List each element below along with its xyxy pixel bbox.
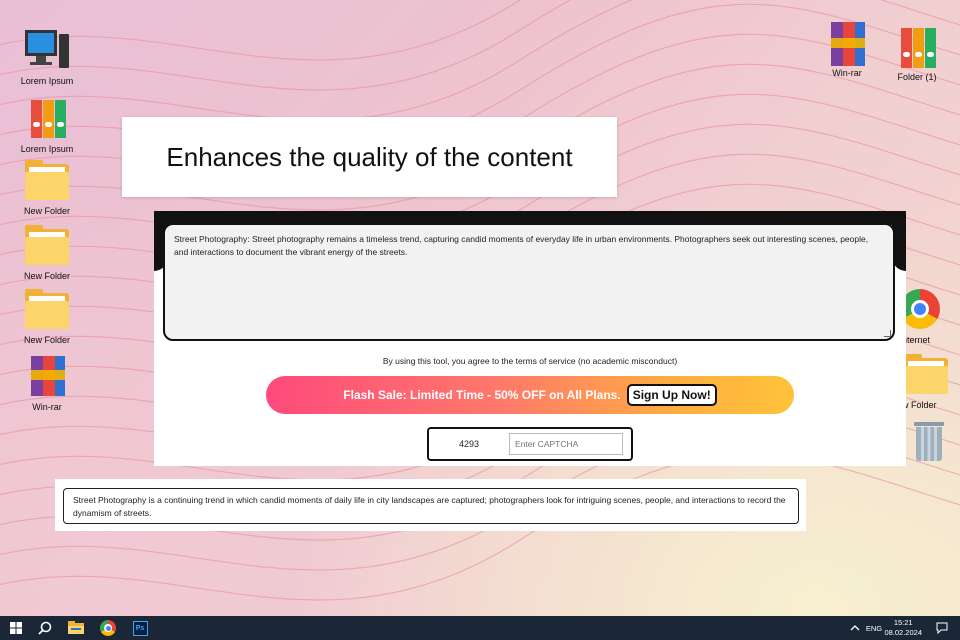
captcha-box: 4293 — [427, 427, 633, 461]
captcha-code: 4293 — [459, 439, 480, 449]
captcha-input[interactable] — [509, 433, 623, 455]
desktop-icon-folder-1[interactable]: Folder (1) — [885, 24, 949, 83]
system-clock[interactable]: 15:21 08.02.2024 — [884, 618, 922, 638]
file-explorer-button[interactable] — [66, 618, 86, 638]
desktop-icon-new-folder-2[interactable]: New Folder — [15, 223, 79, 282]
winrar-icon — [823, 20, 871, 66]
desktop-icon-new-folder-3[interactable]: New Folder — [15, 287, 79, 346]
winrar-icon — [23, 354, 71, 400]
search-icon — [38, 621, 52, 635]
input-text: Street Photography: Street photography r… — [174, 234, 869, 257]
flash-sale-banner[interactable]: Flash Sale: Limited Time - 50% OFF on Al… — [266, 376, 794, 414]
chrome-taskbar-button[interactable] — [98, 618, 118, 638]
resize-handle[interactable] — [884, 330, 891, 337]
start-button[interactable] — [6, 618, 26, 638]
desktop-icon-label: Win-rar — [832, 68, 862, 78]
desktop-icon-winrar[interactable]: Win-rar — [15, 354, 79, 413]
search-button[interactable] — [35, 618, 55, 638]
folder-icon — [23, 158, 71, 204]
photoshop-icon: Ps — [132, 620, 148, 636]
recycle-bin-icon — [904, 418, 952, 464]
desktop-icon-label: New Folder — [23, 271, 70, 281]
file-explorer-icon — [68, 621, 84, 634]
language-indicator[interactable]: ENG — [863, 618, 885, 638]
clock-date: 08.02.2024 — [884, 628, 922, 637]
desktop-icon-label: Folder (1) — [897, 72, 937, 82]
terms-notice: By using this tool, you agree to the ter… — [382, 356, 678, 366]
folder-icon — [23, 287, 71, 333]
desktop-icon-new-folder-1[interactable]: New Folder — [15, 158, 79, 217]
notifications-button[interactable] — [932, 618, 952, 638]
desktop-icon-label: New Folder — [23, 335, 70, 345]
tray-overflow-button[interactable] — [845, 618, 865, 638]
folder-icon — [23, 223, 71, 269]
promo-text: Flash Sale: Limited Time - 50% OFF on Al… — [343, 388, 621, 402]
desktop-icon-binders[interactable]: Lorem Ipsum — [15, 96, 79, 155]
notification-icon — [936, 622, 948, 634]
desktop-icon-label: Lorem Ipsum — [20, 76, 74, 86]
output-text[interactable]: Street Photography is a continuing trend… — [63, 488, 799, 524]
binders-icon — [893, 24, 941, 70]
computer-icon — [23, 28, 71, 74]
desktop-icon-winrar-right[interactable]: Win-rar — [815, 20, 879, 79]
taskbar: Ps ENG 15:21 08.02.2024 — [0, 616, 960, 640]
desktop-icon-label: Lorem Ipsum — [20, 144, 74, 154]
page-title: Enhances the quality of the content — [122, 117, 617, 197]
sign-up-button[interactable]: Sign Up Now! — [626, 384, 717, 406]
desktop-icon-label: Win-rar — [32, 402, 62, 412]
input-text-area[interactable]: Street Photography: Street photography r… — [163, 223, 895, 341]
desktop-icon-label: w Folder — [902, 400, 937, 410]
photoshop-button[interactable]: Ps — [130, 618, 150, 638]
desktop-icon-label: nternet — [902, 335, 931, 345]
output-panel: Street Photography is a continuing trend… — [55, 479, 806, 531]
start-icon — [10, 622, 22, 634]
photoshop-label: Ps — [135, 624, 145, 632]
binders-icon — [23, 96, 71, 142]
desktop-icon-computer[interactable]: Lorem Ipsum — [15, 28, 79, 87]
clock-time: 15:21 — [893, 618, 913, 627]
chrome-icon — [100, 620, 116, 636]
desktop-icon-label: New Folder — [23, 206, 70, 216]
chevron-up-icon — [850, 625, 860, 631]
paraphrase-tool-panel: Street Photography: Street photography r… — [154, 211, 906, 466]
